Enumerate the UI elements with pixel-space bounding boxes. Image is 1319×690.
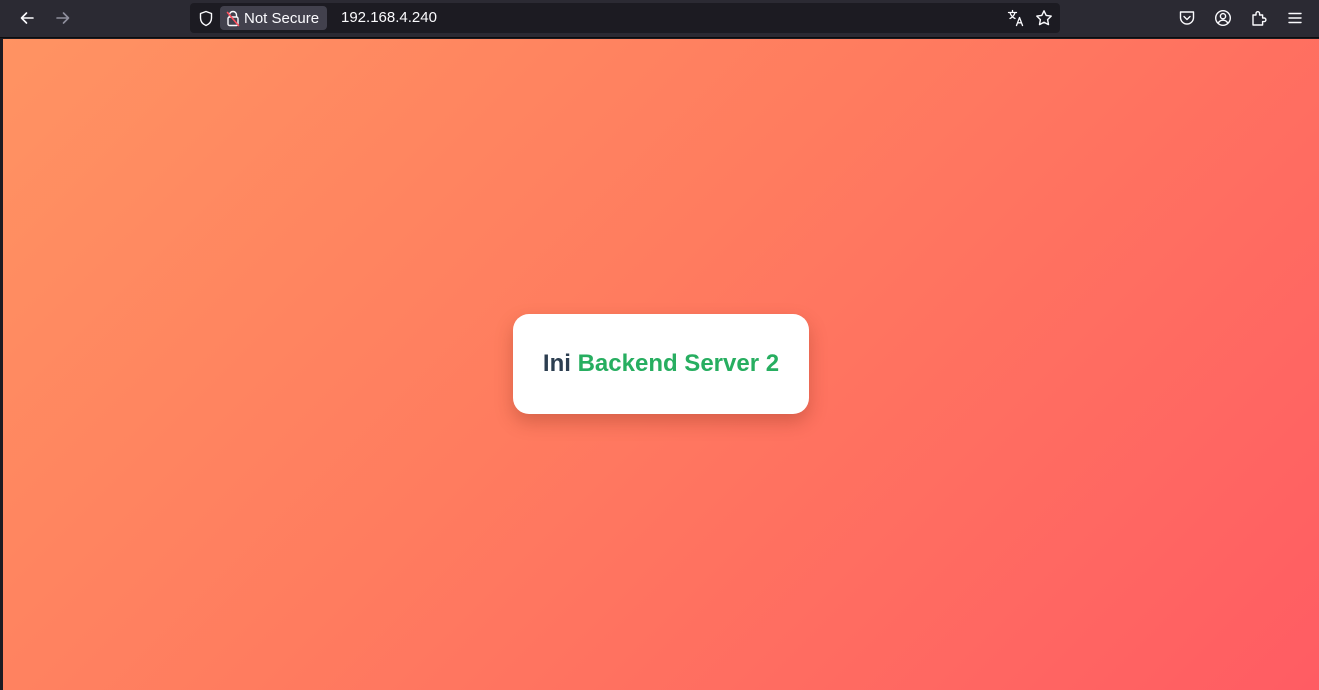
browser-toolbar: Not Secure 192.168.4.240 <box>0 0 1319 38</box>
server-name-highlight: Backend Server 2 <box>577 350 780 377</box>
app-menu-button[interactable] <box>1281 4 1309 32</box>
heading-prefix: Ini <box>542 350 571 377</box>
translate-icon <box>1007 9 1024 27</box>
tracking-protection-button[interactable] <box>192 4 220 32</box>
bookmark-star-button[interactable] <box>1030 4 1058 32</box>
message-card: Ini Backend Server 2 <box>513 314 809 414</box>
forward-arrow-icon <box>56 12 70 24</box>
address-bar[interactable]: Not Secure 192.168.4.240 <box>190 3 1060 33</box>
pocket-button[interactable] <box>1173 4 1201 32</box>
star-icon <box>1036 10 1052 26</box>
not-secure-label: Not Secure <box>244 9 320 27</box>
back-arrow-icon <box>20 12 34 24</box>
account-icon <box>1214 9 1232 27</box>
shield-icon <box>199 10 213 26</box>
translate-button[interactable] <box>1002 4 1030 32</box>
url-text[interactable]: 192.168.4.240 <box>341 9 437 26</box>
site-security-button[interactable]: Not Secure <box>220 6 328 30</box>
menu-icon <box>1288 12 1302 24</box>
extensions-icon <box>1252 11 1267 26</box>
page-content: Ini Backend Server 2 <box>3 39 1319 690</box>
page-heading: Ini Backend Server 2 <box>543 350 779 378</box>
account-button[interactable] <box>1209 4 1237 32</box>
forward-button[interactable] <box>49 4 77 32</box>
insecure-lock-icon <box>226 10 240 26</box>
pocket-icon <box>1179 11 1195 25</box>
extensions-button[interactable] <box>1245 4 1273 32</box>
back-button[interactable] <box>13 4 41 32</box>
